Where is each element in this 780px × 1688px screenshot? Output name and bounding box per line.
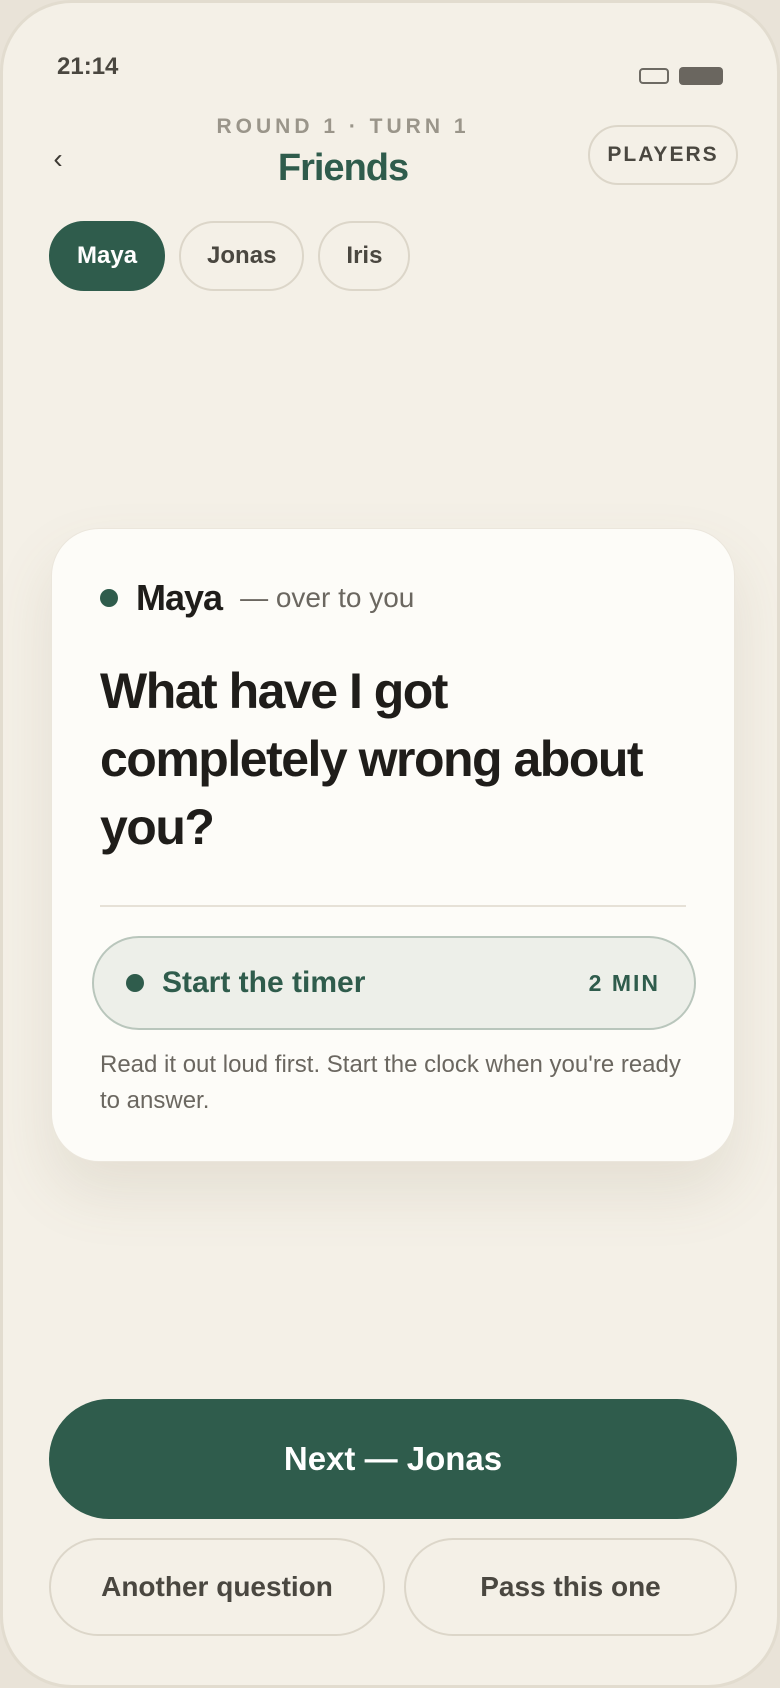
signal-icon [639, 68, 669, 84]
player-chips: Maya Jonas Iris [49, 221, 411, 291]
start-timer-button[interactable]: Start the timer 2 MIN [92, 936, 696, 1030]
current-player-name: Maya [136, 577, 223, 618]
timer-label: Start the timer [162, 966, 366, 999]
round-turn-label: ROUND 1 · TURN 1 [216, 115, 470, 138]
header-titles: ROUND 1 · TURN 1 Friends [183, 115, 503, 190]
status-time: 21:14 [57, 53, 119, 80]
back-chevron-icon[interactable]: ‹ [43, 141, 73, 177]
player-chip-jonas[interactable]: Jonas [179, 221, 305, 291]
status-icons [639, 67, 723, 85]
battery-icon [679, 67, 723, 85]
question-text: What have I got completely wrong about y… [100, 663, 644, 855]
phone-screen: 21:14 ‹ ROUND 1 · TURN 1 Friends PLAYERS… [0, 0, 780, 1688]
card-divider [100, 905, 686, 907]
turn-suffix: — over to you [240, 582, 415, 613]
another-question-button[interactable]: Another question [49, 1538, 385, 1636]
player-chip-iris[interactable]: Iris [318, 221, 411, 291]
hint-text: Read it out loud first. Start the clock … [100, 1051, 681, 1114]
pass-button[interactable]: Pass this one [404, 1538, 737, 1636]
players-button[interactable]: PLAYERS [588, 125, 738, 185]
deck-title: Friends [277, 147, 409, 189]
turn-dot-icon [100, 589, 118, 607]
timer-dot-icon [126, 974, 144, 992]
turn-indicator: Maya — over to you [100, 577, 414, 619]
player-chip-maya[interactable]: Maya [49, 221, 166, 291]
next-player-button[interactable]: Next — Jonas [49, 1399, 737, 1519]
timer-duration: 2 MIN [588, 969, 660, 996]
question-card: Maya — over to you What have I got compl… [51, 528, 735, 1162]
